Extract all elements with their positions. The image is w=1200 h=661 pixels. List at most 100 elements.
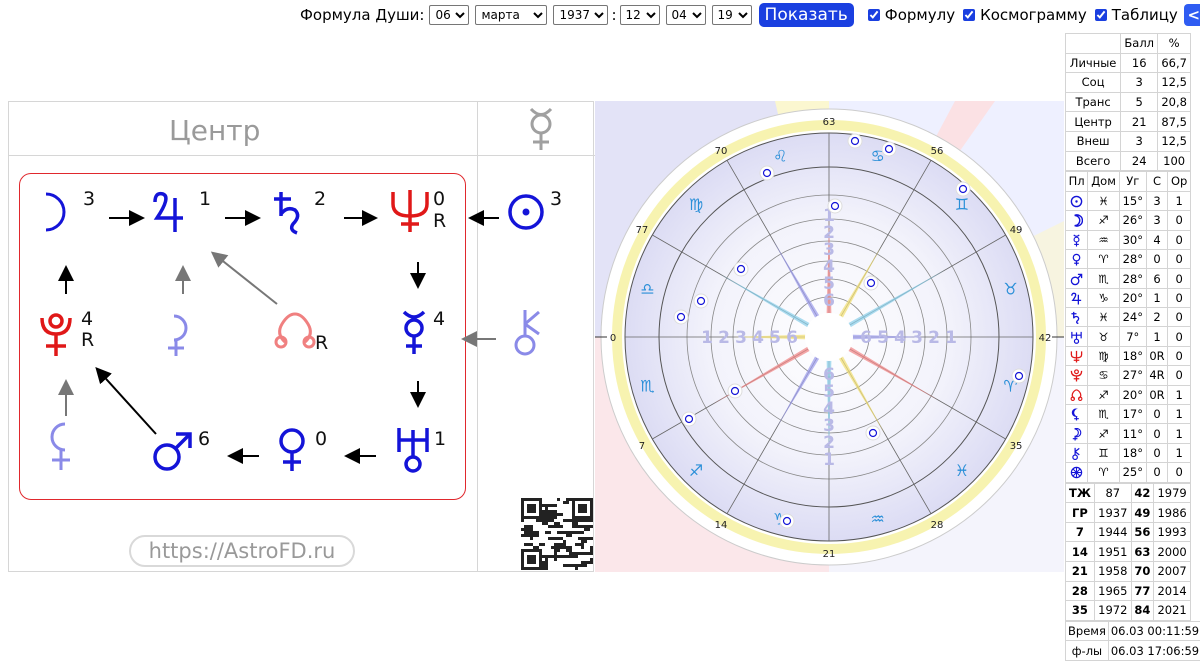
table-cell: 84	[1131, 601, 1154, 621]
table-cell: 2021	[1154, 601, 1191, 621]
mercury-score: 4	[433, 308, 445, 330]
qr-code	[521, 498, 593, 570]
formula-checkbox-label: Формулу	[885, 6, 955, 24]
sun-score: 3	[550, 188, 562, 210]
show-button[interactable]: Показать	[759, 3, 854, 27]
table-cell: 1972	[1094, 601, 1131, 621]
chart-planet-marker	[1012, 369, 1026, 383]
formula-checkbox[interactable]	[868, 9, 880, 21]
house-number: 3	[823, 416, 835, 436]
table-cell: 2014	[1154, 581, 1191, 601]
table-cell: 12,5	[1158, 131, 1191, 151]
house-number: 3	[911, 328, 923, 348]
moon-icon	[34, 190, 70, 234]
degree-cell: 20°	[1119, 385, 1146, 404]
venus-score: 0	[315, 428, 327, 450]
degree-label: 63	[823, 117, 836, 128]
score-cell: 0R	[1146, 385, 1168, 404]
degree-label: 28	[931, 520, 944, 531]
hour-select[interactable]: 12	[620, 5, 660, 25]
score-cell: 0	[1146, 443, 1168, 462]
table-cell: 77	[1131, 581, 1154, 601]
table-cell: 49	[1131, 503, 1154, 523]
table-cell: 35	[1066, 601, 1095, 621]
years-table: ТЖ87421979ГР1937491986719445619931419516…	[1065, 483, 1191, 621]
chart-planet-marker	[682, 412, 696, 426]
north-node-icon	[272, 312, 318, 350]
degree-cell: 18°	[1119, 443, 1146, 462]
year-select[interactable]: 1937	[553, 5, 608, 25]
score-cell: 1	[1146, 288, 1168, 307]
month-select[interactable]: марта	[475, 5, 547, 25]
house-number: 2	[718, 328, 730, 348]
day-select[interactable]: 06	[429, 5, 469, 25]
house-number: 5	[769, 328, 781, 348]
jupiter-score: 1	[199, 188, 211, 210]
house-number: 1	[823, 450, 835, 470]
table-cell: Всего	[1066, 151, 1121, 171]
header-cell	[1066, 34, 1121, 54]
table-cell: 5	[1121, 92, 1158, 112]
zodiac-sign-icon: ♐	[689, 461, 703, 480]
moon-score: 3	[83, 188, 95, 210]
degree-label: 7	[639, 441, 645, 452]
table-cell: 06.03 00:11:59	[1108, 621, 1200, 641]
degree-cell: 20°	[1119, 288, 1146, 307]
table-cell: 3	[1121, 73, 1158, 93]
chiron-icon	[511, 308, 545, 356]
score-cell: 0R	[1146, 346, 1168, 365]
table-cell: 1979	[1154, 483, 1191, 503]
degree-label: 77	[636, 225, 649, 236]
orb-cell: 0	[1168, 327, 1191, 346]
table-row: Всего24100	[1066, 151, 1191, 171]
degree-label: 56	[931, 146, 944, 157]
table-cell: 100	[1158, 151, 1191, 171]
table-cell: 20,8	[1158, 92, 1191, 112]
header-cell: Дом	[1088, 172, 1120, 192]
site-link[interactable]: https://AstroFD.ru	[129, 535, 355, 567]
table-cell: Внеш	[1066, 131, 1121, 151]
score-table: Балл % Личные1666,7Соц312,5Транс520,8Цен…	[1065, 33, 1191, 171]
house-sign-cell: ♏	[1088, 405, 1120, 424]
degree-cell: 7°	[1119, 327, 1146, 346]
proserpina-icon	[164, 312, 198, 358]
house-number: 6	[786, 328, 798, 348]
degree-cell: 18°	[1119, 346, 1146, 365]
orb-cell: 0	[1168, 211, 1191, 230]
table-cell: 1986	[1154, 503, 1191, 523]
table-row: 141951632000	[1066, 542, 1191, 562]
chart-planet-marker	[848, 134, 862, 148]
orb-cell: 0	[1168, 269, 1191, 288]
degree-label: 49	[1010, 225, 1023, 236]
chiron-icon	[1066, 443, 1088, 462]
zodiac-sign-icon: ♎	[640, 279, 654, 298]
table-row: ♏28°60	[1066, 269, 1191, 288]
degree-label: 14	[715, 520, 728, 531]
degree-label: 35	[1010, 441, 1023, 452]
chart-planet-marker	[694, 294, 708, 308]
house-sign-cell: ♑	[1088, 288, 1120, 307]
proserpina-icon	[1066, 424, 1088, 443]
table-cell: 1965	[1094, 581, 1131, 601]
table-cell: Личные	[1066, 53, 1121, 73]
table-row: ♈25°00	[1066, 463, 1191, 482]
prev-button[interactable]: <	[1184, 4, 1200, 26]
uranus-score: 1	[434, 428, 446, 450]
moon-icon	[1066, 211, 1088, 230]
orb-cell: 1	[1168, 424, 1191, 443]
second-select[interactable]: 19	[712, 5, 752, 25]
table-row: ТЖ87421979	[1066, 483, 1191, 503]
pluto-retro: R	[81, 329, 94, 351]
table-row: ♈28°00	[1066, 249, 1191, 268]
header-cell: Балл	[1121, 34, 1158, 54]
score-cell: 0	[1146, 249, 1168, 268]
table-checkbox[interactable]	[1095, 9, 1107, 21]
table-cell: Время	[1066, 621, 1109, 641]
table-cell: 2007	[1154, 561, 1191, 581]
house-sign-cell: ♏	[1088, 269, 1120, 288]
saturn-score: 2	[314, 188, 326, 210]
minute-select[interactable]: 04	[666, 5, 706, 25]
cosmogram-checkbox[interactable]	[963, 9, 975, 21]
table-row: ♐20°0R1	[1066, 385, 1191, 404]
table-cell: 3	[1121, 131, 1158, 151]
